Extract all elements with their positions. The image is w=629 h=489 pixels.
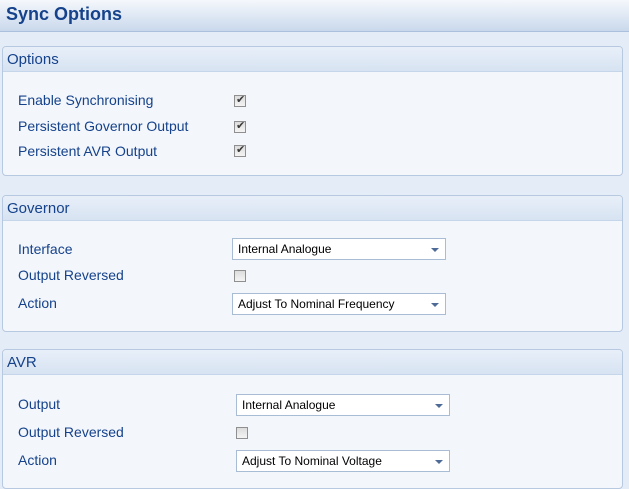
governor-interface-select[interactable]: Internal Analogue [232,238,446,260]
avr-panel-header: AVR [3,350,622,375]
title-bar: Sync Options [0,0,629,32]
checkmark-icon: ✔ [236,93,246,106]
chevron-down-icon [431,248,439,252]
avr-output-select[interactable]: Internal Analogue [236,394,450,416]
governor-action-label: Action [18,295,57,311]
governor-panel: Governor Interface Internal Analogue Out… [2,195,623,332]
governor-panel-title: Governor [7,200,70,217]
options-panel-header: Options [3,47,622,72]
persistent-governor-output-label: Persistent Governor Output [18,118,189,134]
chevron-down-icon [435,460,443,464]
governor-panel-header: Governor [3,196,622,221]
avr-output-value: Internal Analogue [242,398,336,412]
chevron-down-icon [431,303,439,307]
checkmark-icon: ✔ [236,119,246,132]
governor-action-select[interactable]: Adjust To Nominal Frequency [232,293,446,315]
avr-action-select[interactable]: Adjust To Nominal Voltage [236,450,450,472]
avr-panel: AVR Output Internal Analogue Output Reve… [2,349,623,489]
avr-output-label: Output [18,396,61,412]
checkmark-icon: ✔ [236,143,246,156]
enable-synchronising-label: Enable Synchronising [18,92,154,108]
persistent-governor-output-checkbox[interactable]: ✔ [234,119,246,133]
governor-output-reversed-label: Output Reversed [18,267,124,283]
avr-action-value: Adjust To Nominal Voltage [242,454,382,468]
governor-action-value: Adjust To Nominal Frequency [238,297,395,311]
governor-interface-label: Interface [18,241,73,257]
options-panel: Options Enable Synchronising ✔ Persisten… [2,46,623,176]
governor-interface-value: Internal Analogue [238,242,332,256]
avr-output-reversed-label: Output Reversed [18,424,124,440]
avr-panel-title: AVR [7,354,37,371]
avr-output-reversed-checkbox[interactable] [236,427,248,439]
avr-action-label: Action [18,452,57,468]
persistent-avr-output-checkbox[interactable]: ✔ [234,143,246,157]
chevron-down-icon [435,404,443,408]
page-title: Sync Options [6,4,123,24]
persistent-avr-output-label: Persistent AVR Output [18,143,158,159]
options-panel-title: Options [7,51,59,68]
enable-synchronising-checkbox[interactable]: ✔ [234,93,246,107]
governor-output-reversed-checkbox[interactable] [234,270,246,282]
